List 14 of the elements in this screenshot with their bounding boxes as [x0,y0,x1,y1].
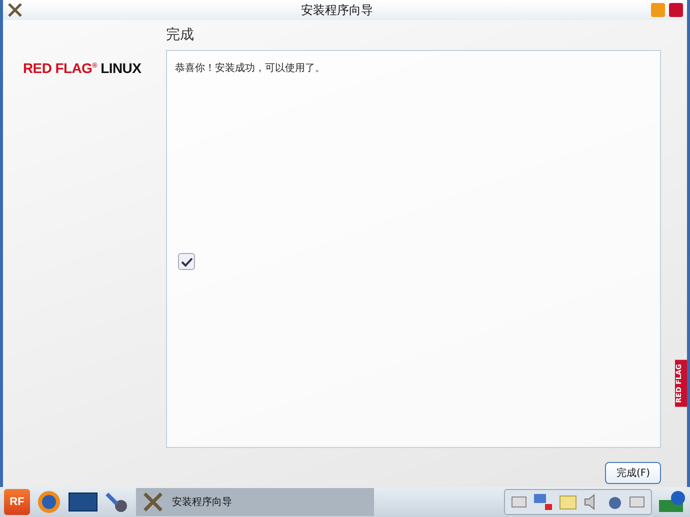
x-logo-icon [142,491,164,513]
info-icon[interactable] [658,490,686,514]
page-heading: 完成 [166,26,195,45]
finish-button[interactable]: 完成(F) [605,462,661,484]
folder-icon[interactable] [559,494,577,510]
logo: RED FLAG$^{®}$ LINUX [23,60,142,76]
monitor-icon[interactable] [68,491,98,513]
taskbar-task[interactable]: 安装程序向导 [136,488,374,516]
checkbox[interactable] [178,253,195,270]
network-icon[interactable] [533,493,553,511]
message-text: 恭喜你！安装成功，可以使用了。 [175,62,326,75]
window-title: 安装程序向导 [300,2,374,18]
x-logo-icon [7,2,23,18]
globe-icon[interactable] [36,489,62,515]
